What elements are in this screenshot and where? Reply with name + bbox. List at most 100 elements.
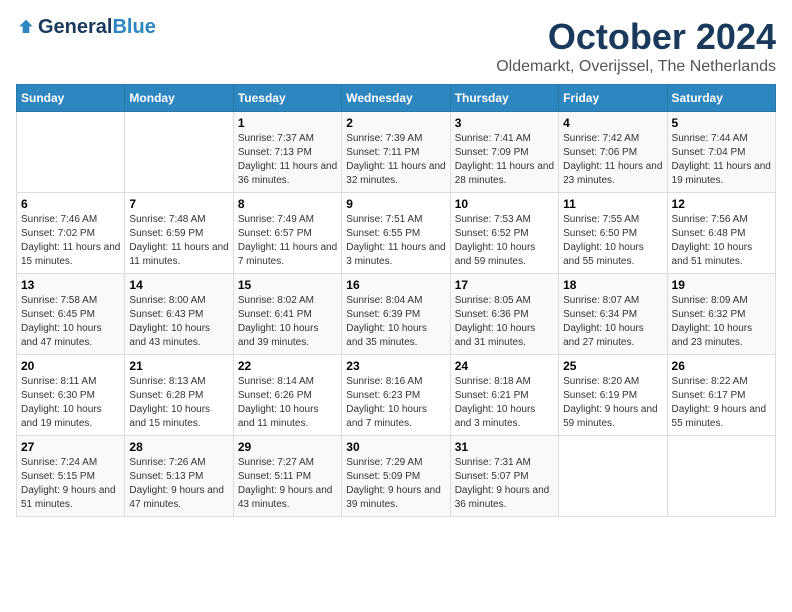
calendar-cell: 17 Sunrise: 8:05 AM Sunset: 6:36 PM Dayli… (450, 274, 558, 355)
calendar-cell: 31Sunrise: 7:31 AM Sunset: 5:07 PM Dayli… (450, 436, 558, 517)
day-info: Sunrise: 8:02 AM Sunset: 6:41 PM Dayligh… (238, 294, 337, 350)
location-title: Oldemarkt, Overijssel, The Netherlands (496, 58, 776, 76)
calendar-cell: 10 Sunrise: 7:53 AM Sunset: 6:52 PM Dayli… (450, 193, 558, 274)
day-info: Sunrise: 7:46 AM Sunset: 7:02 PM Dayligh… (21, 213, 120, 269)
day-number: 27 (21, 440, 120, 454)
logo-general-text: General (38, 16, 112, 39)
weekday-header: Saturday (667, 85, 775, 112)
calendar-cell: 16 Sunrise: 8:04 AM Sunset: 6:39 PM Dayli… (342, 274, 450, 355)
day-number: 10 (455, 197, 554, 211)
day-number: 11 (563, 197, 662, 211)
calendar-cell: 8 Sunrise: 7:49 AM Sunset: 6:57 PM Daylig… (233, 193, 341, 274)
calendar-week-row: 20Sunrise: 8:11 AM Sunset: 6:30 PM Dayli… (17, 355, 776, 436)
day-number: 3 (455, 116, 554, 130)
day-number: 29 (238, 440, 337, 454)
day-info: Sunrise: 7:53 AM Sunset: 6:52 PM Dayligh… (455, 213, 554, 269)
day-number: 1 (238, 116, 337, 130)
day-number: 22 (238, 359, 337, 373)
title-area: October 2024 Oldemarkt, Overijssel, The … (496, 16, 776, 76)
day-info: Sunrise: 7:58 AM Sunset: 6:45 PM Dayligh… (21, 294, 120, 350)
day-info: Sunrise: 7:51 AM Sunset: 6:55 PM Dayligh… (346, 213, 445, 269)
calendar-cell: 14 Sunrise: 8:00 AM Sunset: 6:43 PM Dayli… (125, 274, 233, 355)
day-number: 13 (21, 278, 120, 292)
weekday-header: Monday (125, 85, 233, 112)
weekday-row: SundayMondayTuesdayWednesdayThursdayFrid… (17, 85, 776, 112)
day-number: 14 (129, 278, 228, 292)
day-info: Sunrise: 8:09 AM Sunset: 6:32 PM Dayligh… (672, 294, 771, 350)
calendar-cell: 3Sunrise: 7:41 AM Sunset: 7:09 PM Daylig… (450, 112, 558, 193)
day-info: Sunrise: 8:20 AM Sunset: 6:19 PM Dayligh… (563, 375, 662, 431)
day-info: Sunrise: 8:13 AM Sunset: 6:28 PM Dayligh… (129, 375, 228, 431)
day-info: Sunrise: 7:39 AM Sunset: 7:11 PM Dayligh… (346, 132, 445, 188)
day-number: 26 (672, 359, 771, 373)
day-info: Sunrise: 7:42 AM Sunset: 7:06 PM Dayligh… (563, 132, 662, 188)
day-info: Sunrise: 7:48 AM Sunset: 6:59 PM Dayligh… (129, 213, 228, 269)
day-number: 24 (455, 359, 554, 373)
day-info: Sunrise: 8:11 AM Sunset: 6:30 PM Dayligh… (21, 375, 120, 431)
day-info: Sunrise: 7:24 AM Sunset: 5:15 PM Dayligh… (21, 456, 120, 512)
page-header: GeneralBlue October 2024 Oldemarkt, Over… (16, 16, 776, 76)
calendar-cell: 11 Sunrise: 7:55 AM Sunset: 6:50 PM Dayli… (559, 193, 667, 274)
day-info: Sunrise: 7:56 AM Sunset: 6:48 PM Dayligh… (672, 213, 771, 269)
weekday-header: Wednesday (342, 85, 450, 112)
weekday-header: Tuesday (233, 85, 341, 112)
weekday-header: Sunday (17, 85, 125, 112)
calendar-cell: 1 Sunrise: 7:37 AM Sunset: 7:13 PM Daylig… (233, 112, 341, 193)
calendar-cell: 2 Sunrise: 7:39 AM Sunset: 7:11 PM Daylig… (342, 112, 450, 193)
calendar-week-row: 27 Sunrise: 7:24 AM Sunset: 5:15 PM Dayli… (17, 436, 776, 517)
day-number: 17 (455, 278, 554, 292)
calendar-cell: 13 Sunrise: 7:58 AM Sunset: 6:45 PM Dayli… (17, 274, 125, 355)
calendar-body: 1 Sunrise: 7:37 AM Sunset: 7:13 PM Daylig… (17, 112, 776, 517)
day-info: Sunrise: 8:05 AM Sunset: 6:36 PM Dayligh… (455, 294, 554, 350)
calendar-cell: 29Sunrise: 7:27 AM Sunset: 5:11 PM Dayli… (233, 436, 341, 517)
calendar-cell (17, 112, 125, 193)
calendar-cell: 30Sunrise: 7:29 AM Sunset: 5:09 PM Dayli… (342, 436, 450, 517)
day-info: Sunrise: 7:55 AM Sunset: 6:50 PM Dayligh… (563, 213, 662, 269)
calendar-cell: 22 Sunrise: 8:14 AM Sunset: 6:26 PM Dayli… (233, 355, 341, 436)
calendar-cell: 6 Sunrise: 7:46 AM Sunset: 7:02 PM Daylig… (17, 193, 125, 274)
day-info: Sunrise: 8:16 AM Sunset: 6:23 PM Dayligh… (346, 375, 445, 431)
day-info: Sunrise: 8:14 AM Sunset: 6:26 PM Dayligh… (238, 375, 337, 431)
day-number: 23 (346, 359, 445, 373)
calendar-cell (559, 436, 667, 517)
calendar-cell: 7Sunrise: 7:48 AM Sunset: 6:59 PM Daylig… (125, 193, 233, 274)
calendar-cell: 25Sunrise: 8:20 AM Sunset: 6:19 PM Dayli… (559, 355, 667, 436)
calendar-cell: 4Sunrise: 7:42 AM Sunset: 7:06 PM Daylig… (559, 112, 667, 193)
logo: GeneralBlue (16, 16, 156, 39)
day-info: Sunrise: 8:22 AM Sunset: 6:17 PM Dayligh… (672, 375, 771, 431)
day-info: Sunrise: 8:18 AM Sunset: 6:21 PM Dayligh… (455, 375, 554, 431)
day-info: Sunrise: 7:31 AM Sunset: 5:07 PM Dayligh… (455, 456, 554, 512)
calendar-header: SundayMondayTuesdayWednesdayThursdayFrid… (17, 85, 776, 112)
day-number: 15 (238, 278, 337, 292)
day-number: 5 (672, 116, 771, 130)
calendar-cell: 19 Sunrise: 8:09 AM Sunset: 6:32 PM Dayli… (667, 274, 775, 355)
logo-icon (16, 18, 36, 38)
weekday-header: Friday (559, 85, 667, 112)
logo-blue-text: Blue (112, 16, 155, 39)
day-info: Sunrise: 8:00 AM Sunset: 6:43 PM Dayligh… (129, 294, 228, 350)
day-number: 16 (346, 278, 445, 292)
day-number: 8 (238, 197, 337, 211)
calendar-cell: 15 Sunrise: 8:02 AM Sunset: 6:41 PM Dayli… (233, 274, 341, 355)
calendar-cell: 28Sunrise: 7:26 AM Sunset: 5:13 PM Dayli… (125, 436, 233, 517)
calendar-cell: 27 Sunrise: 7:24 AM Sunset: 5:15 PM Dayli… (17, 436, 125, 517)
day-number: 19 (672, 278, 771, 292)
day-number: 2 (346, 116, 445, 130)
calendar-cell: 9 Sunrise: 7:51 AM Sunset: 6:55 PM Daylig… (342, 193, 450, 274)
day-info: Sunrise: 7:44 AM Sunset: 7:04 PM Dayligh… (672, 132, 771, 188)
day-info: Sunrise: 7:37 AM Sunset: 7:13 PM Dayligh… (238, 132, 337, 188)
calendar-cell: 26 Sunrise: 8:22 AM Sunset: 6:17 PM Dayli… (667, 355, 775, 436)
day-number: 18 (563, 278, 662, 292)
calendar-cell: 23 Sunrise: 8:16 AM Sunset: 6:23 PM Dayli… (342, 355, 450, 436)
month-title: October 2024 (496, 16, 776, 58)
day-number: 6 (21, 197, 120, 211)
calendar-table: SundayMondayTuesdayWednesdayThursdayFrid… (16, 84, 776, 517)
day-number: 9 (346, 197, 445, 211)
day-number: 28 (129, 440, 228, 454)
day-info: Sunrise: 8:04 AM Sunset: 6:39 PM Dayligh… (346, 294, 445, 350)
calendar-cell (667, 436, 775, 517)
day-number: 21 (129, 359, 228, 373)
calendar-cell: 5 Sunrise: 7:44 AM Sunset: 7:04 PM Daylig… (667, 112, 775, 193)
calendar-week-row: 1 Sunrise: 7:37 AM Sunset: 7:13 PM Daylig… (17, 112, 776, 193)
day-info: Sunrise: 7:49 AM Sunset: 6:57 PM Dayligh… (238, 213, 337, 269)
